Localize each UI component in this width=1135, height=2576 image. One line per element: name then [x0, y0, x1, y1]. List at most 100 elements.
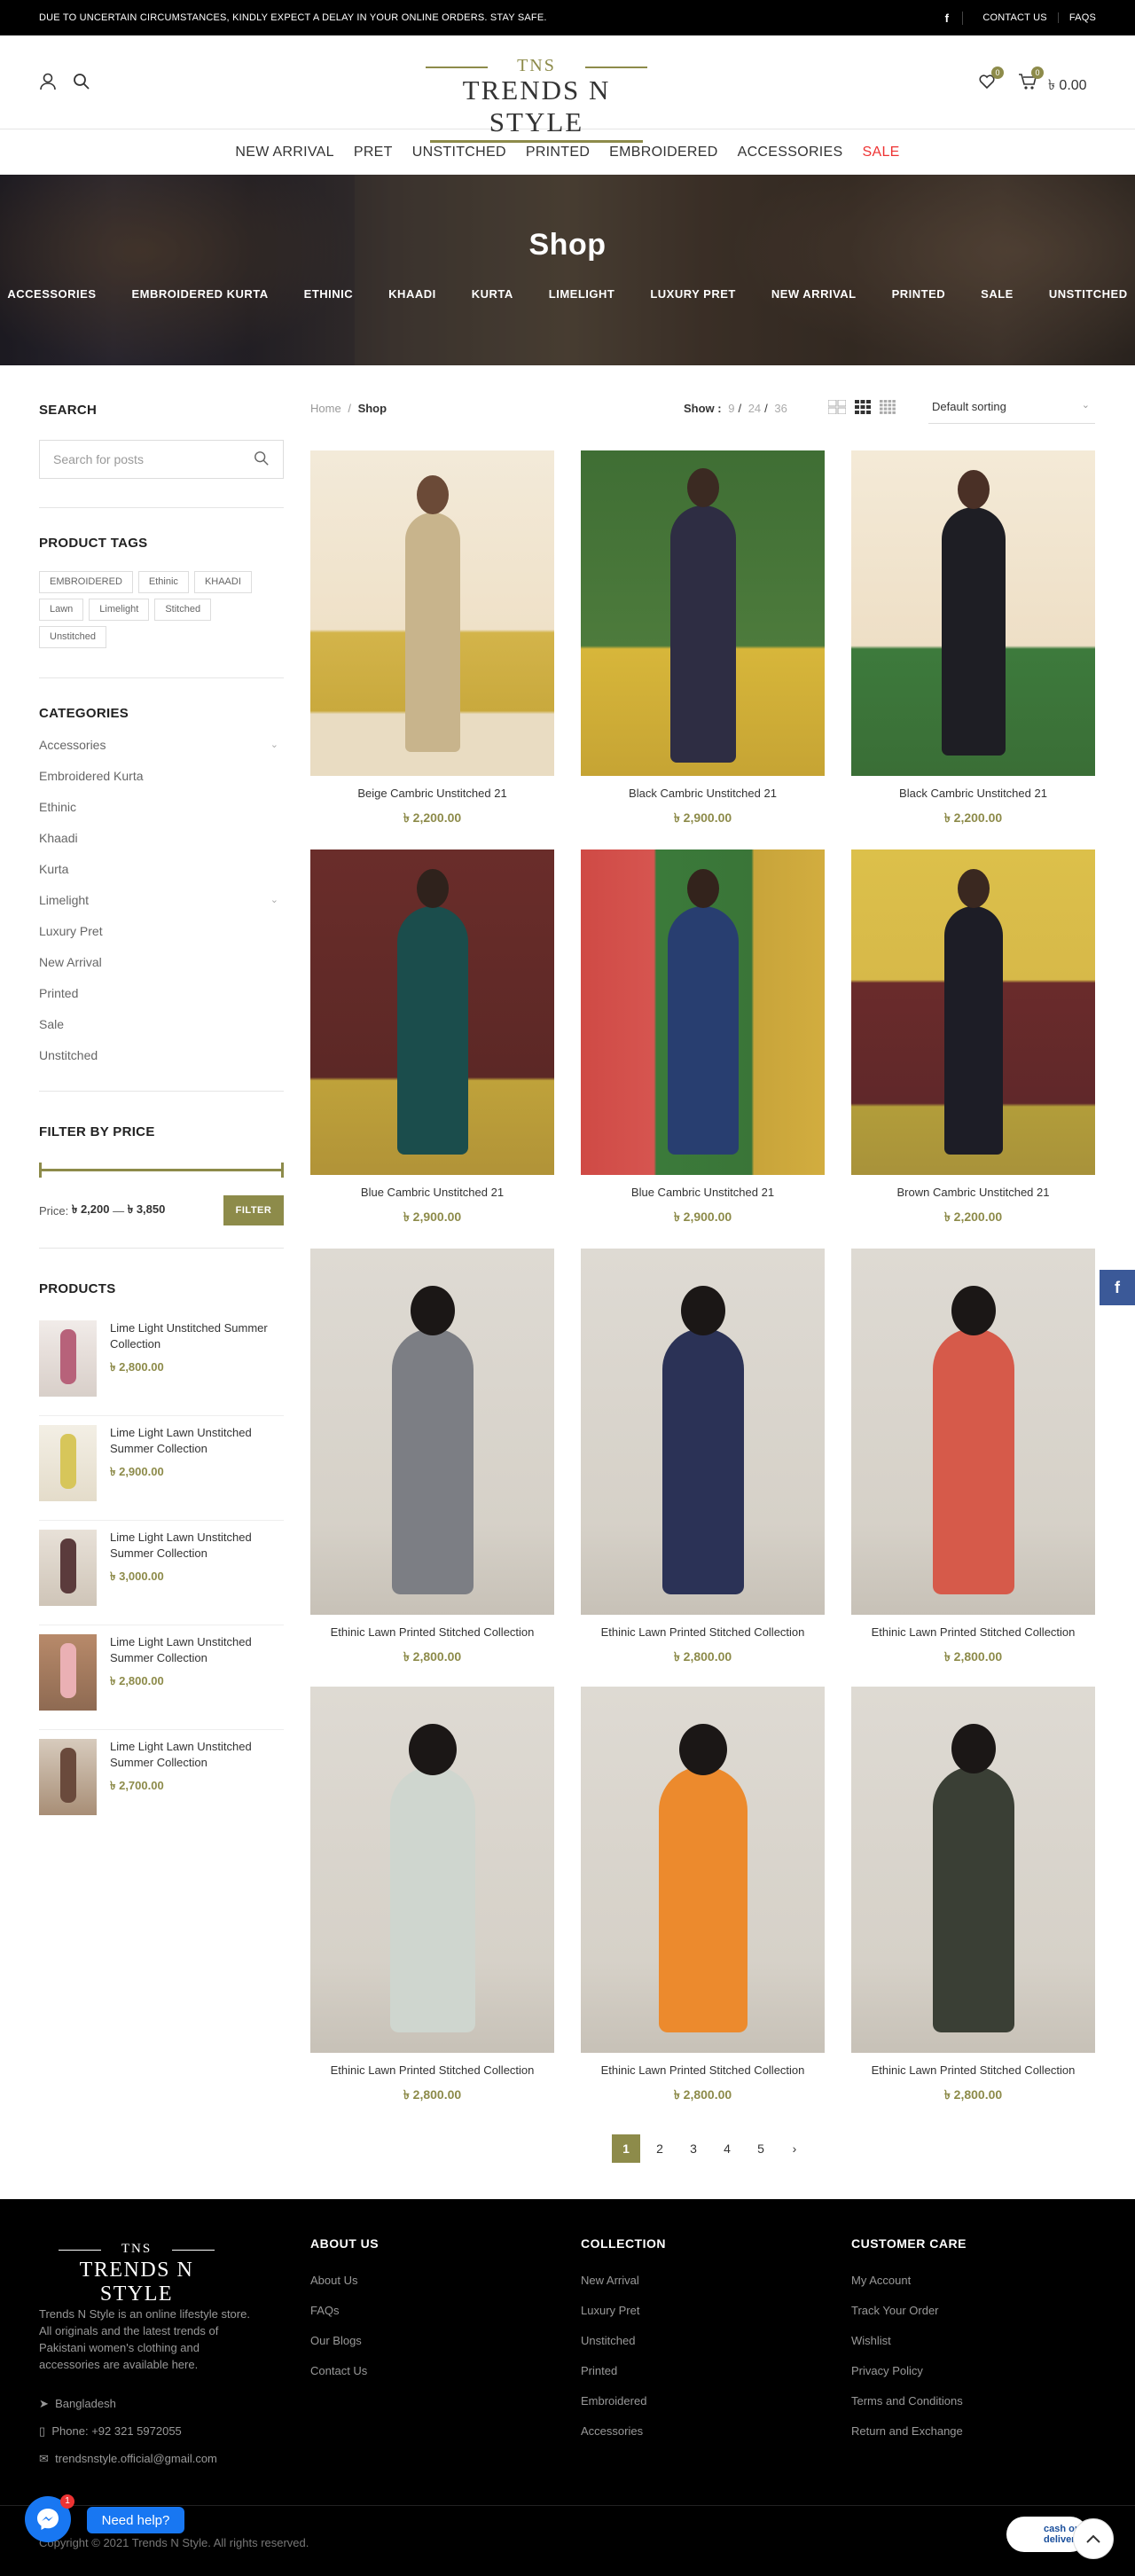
product-image[interactable] [851, 850, 1095, 1175]
category-item[interactable]: New Arrival [39, 955, 284, 986]
product-title[interactable]: Ethinic Lawn Printed Stitched Collection [310, 2063, 554, 2079]
product-card[interactable]: Ethinic Lawn Printed Stitched Collection… [851, 1249, 1095, 1668]
footer-link[interactable]: Privacy Policy [851, 2364, 967, 2394]
per-page-36[interactable]: 36 [774, 402, 787, 415]
tag-lawn[interactable]: Lawn [39, 599, 84, 621]
product-card[interactable]: Blue Cambric Unstitched 21 ৳ 2,900.00 [581, 850, 825, 1228]
grid-4-icon[interactable] [880, 400, 896, 419]
sidebar-product[interactable]: Lime Light Lawn Unstitched Summer Collec… [39, 1625, 284, 1730]
sidebar-product[interactable]: Lime Light Unstitched Summer Collection … [39, 1311, 284, 1416]
product-thumbnail[interactable] [39, 1320, 97, 1397]
nav-embroidered[interactable]: EMBROIDERED [609, 145, 717, 161]
search-input[interactable]: Search for posts [39, 440, 284, 479]
category-item[interactable]: Sale [39, 1017, 284, 1048]
product-title[interactable]: Ethinic Lawn Printed Stitched Collection [581, 1625, 825, 1641]
product-card[interactable]: Blue Cambric Unstitched 21 ৳ 2,900.00 [310, 850, 554, 1228]
footer-link[interactable]: Luxury Pret [581, 2304, 666, 2334]
tag-khaadi[interactable]: KHAADI [193, 571, 252, 593]
nav-printed[interactable]: PRINTED [526, 145, 590, 161]
product-card[interactable]: Ethinic Lawn Printed Stitched Collection… [851, 1687, 1095, 2106]
tag-embroidered[interactable]: EMBROIDERED [39, 571, 133, 593]
product-image[interactable] [581, 1249, 825, 1615]
nav-unstitched[interactable]: UNSTITCHED [412, 145, 506, 161]
footer-logo[interactable]: TNS TRENDS N STYLE [48, 2242, 225, 2306]
hero-cat-new-arrival[interactable]: NEW ARRIVAL [771, 287, 857, 301]
product-image[interactable] [581, 850, 825, 1175]
nav-sale[interactable]: SALE [863, 145, 900, 161]
product-card[interactable]: Ethinic Lawn Printed Stitched Collection… [310, 1687, 554, 2106]
product-name[interactable]: Lime Light Unstitched Summer Collection [110, 1320, 270, 1352]
filter-button[interactable]: FILTER [223, 1195, 284, 1225]
product-title[interactable]: Black Cambric Unstitched 21 [851, 787, 1095, 803]
product-card[interactable]: Brown Cambric Unstitched 21 ৳ 2,200.00 [851, 850, 1095, 1228]
contact-us-link[interactable]: CONTACT US [972, 12, 1059, 23]
tag-stitched[interactable]: Stitched [154, 599, 212, 621]
product-title[interactable]: Blue Cambric Unstitched 21 [310, 1186, 554, 1202]
category-item[interactable]: Embroidered Kurta [39, 769, 284, 800]
page-1[interactable]: 1 [612, 2134, 640, 2163]
category-item[interactable]: Printed [39, 986, 284, 1017]
product-card[interactable]: Black Cambric Unstitched 21 ৳ 2,900.00 [581, 450, 825, 829]
sort-select[interactable]: Default sorting ⌄ [928, 392, 1095, 424]
product-card[interactable]: Black Cambric Unstitched 21 ৳ 2,200.00 [851, 450, 1095, 829]
site-logo[interactable]: TNS TRENDS N STYLE [426, 57, 647, 143]
product-card[interactable]: Ethinic Lawn Printed Stitched Collection… [581, 1249, 825, 1668]
hero-cat-printed[interactable]: PRINTED [892, 287, 946, 301]
footer-link[interactable]: New Arrival [581, 2274, 666, 2304]
product-image[interactable] [581, 450, 825, 776]
product-image[interactable] [310, 850, 554, 1175]
product-title[interactable]: Ethinic Lawn Printed Stitched Collection [310, 1625, 554, 1641]
sidebar-product[interactable]: Lime Light Lawn Unstitched Summer Collec… [39, 1730, 284, 1835]
range-handle-min[interactable] [39, 1163, 42, 1178]
product-image[interactable] [310, 1687, 554, 2053]
nav-new-arrival[interactable]: NEW ARRIVAL [235, 145, 333, 161]
product-title[interactable]: Ethinic Lawn Printed Stitched Collection [851, 1625, 1095, 1641]
product-name[interactable]: Lime Light Lawn Unstitched Summer Collec… [110, 1739, 270, 1771]
product-image[interactable] [851, 450, 1095, 776]
hero-cat-limelight[interactable]: LIMELIGHT [549, 287, 615, 301]
footer-link[interactable]: Terms and Conditions [851, 2394, 967, 2424]
chevron-down-icon[interactable]: ⌄ [270, 894, 278, 905]
price-range-slider[interactable] [39, 1163, 284, 1178]
grid-3-icon[interactable] [855, 400, 871, 419]
product-title[interactable]: Ethinic Lawn Printed Stitched Collection [851, 2063, 1095, 2079]
faqs-link[interactable]: FAQS [1059, 12, 1096, 23]
range-handle-max[interactable] [281, 1163, 284, 1178]
page-3[interactable]: 3 [679, 2134, 708, 2163]
product-title[interactable]: Ethinic Lawn Printed Stitched Collection [581, 2063, 825, 2079]
cart-icon[interactable]: 0 [1018, 67, 1044, 92]
product-image[interactable] [310, 450, 554, 776]
page-4[interactable]: 4 [713, 2134, 741, 2163]
product-card[interactable]: Ethinic Lawn Printed Stitched Collection… [581, 1687, 825, 2106]
per-page-24[interactable]: 24 [748, 402, 761, 415]
footer-link[interactable]: Printed [581, 2364, 666, 2394]
hero-cat-ethinic[interactable]: ETHINIC [304, 287, 354, 301]
hero-cat-khaadi[interactable]: KHAADI [388, 287, 436, 301]
category-item[interactable]: Kurta [39, 862, 284, 893]
need-help-button[interactable]: Need help? [87, 2507, 184, 2533]
category-item[interactable]: Luxury Pret [39, 924, 284, 955]
category-item[interactable]: Ethinic [39, 800, 284, 831]
footer-link[interactable]: Wishlist [851, 2334, 967, 2364]
category-item[interactable]: Limelight ⌄ [39, 893, 284, 924]
footer-email[interactable]: ✉ trendsnstyle.official@gmail.com [39, 2452, 217, 2466]
product-card[interactable]: Ethinic Lawn Printed Stitched Collection… [310, 1249, 554, 1668]
search-icon[interactable] [73, 73, 92, 92]
product-title[interactable]: Blue Cambric Unstitched 21 [581, 1186, 825, 1202]
footer-link[interactable]: Contact Us [310, 2364, 379, 2394]
footer-link[interactable]: About Us [310, 2274, 379, 2304]
grid-2-icon[interactable] [827, 399, 847, 419]
chevron-down-icon[interactable]: ⌄ [270, 739, 278, 750]
category-item[interactable]: Unstitched [39, 1048, 284, 1079]
footer-link[interactable]: Unstitched [581, 2334, 666, 2364]
category-item[interactable]: Khaadi [39, 831, 284, 862]
product-name[interactable]: Lime Light Lawn Unstitched Summer Collec… [110, 1634, 270, 1666]
tag-ethinic[interactable]: Ethinic [137, 571, 189, 593]
product-name[interactable]: Lime Light Lawn Unstitched Summer Collec… [110, 1425, 270, 1457]
product-image[interactable] [851, 1687, 1095, 2053]
product-image[interactable] [310, 1249, 554, 1615]
product-image[interactable] [581, 1687, 825, 2053]
nav-accessories[interactable]: ACCESSORIES [738, 145, 843, 161]
product-title[interactable]: Beige Cambric Unstitched 21 [310, 787, 554, 803]
scroll-to-top-button[interactable] [1073, 2518, 1114, 2559]
